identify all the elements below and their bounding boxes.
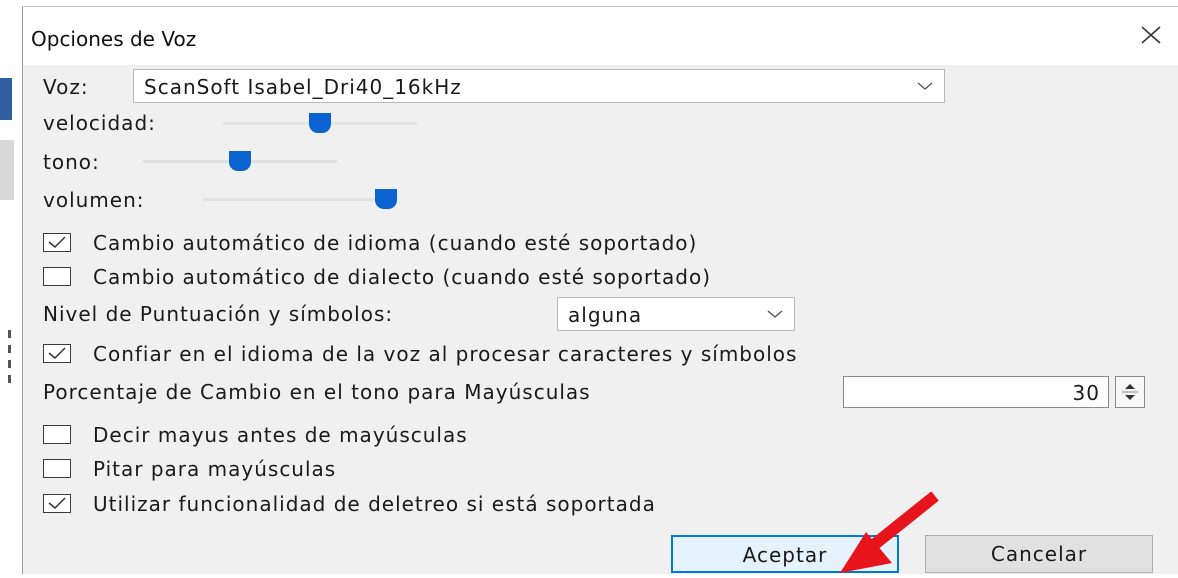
background-mark xyxy=(8,330,11,338)
cap-pitch-spinner[interactable] xyxy=(1115,376,1145,408)
cancel-button[interactable]: Cancelar xyxy=(925,535,1153,573)
auto-language-label: Cambio automático de idioma (cuando esté… xyxy=(93,231,698,255)
checkmark-icon xyxy=(48,497,66,510)
cap-pitch-label: Porcentaje de Cambio en el tono para May… xyxy=(43,380,591,404)
voice-options-dialog: Opciones de Voz Voz: ScanSoft Isabel_Dri… xyxy=(22,6,1178,574)
punctuation-label: Nivel de Puntuación y símbolos: xyxy=(43,302,394,326)
rate-label: velocidad: xyxy=(43,111,156,135)
background-mark xyxy=(8,360,11,368)
pitch-label: tono: xyxy=(43,150,100,174)
checkmark-icon xyxy=(48,236,66,249)
background-blue-block xyxy=(0,78,12,120)
rate-slider[interactable] xyxy=(223,113,417,133)
voice-select[interactable]: ScanSoft Isabel_Dri40_16kHz xyxy=(133,69,945,103)
trust-voice-language-label: Confiar en el idioma de la voz al proces… xyxy=(93,342,798,366)
checkmark-icon xyxy=(48,347,66,360)
dialog-title: Opciones de Voz xyxy=(31,27,197,51)
auto-language-checkbox[interactable] xyxy=(43,233,71,252)
slider-thumb[interactable] xyxy=(229,151,251,171)
spelling-label: Utilizar funcionalidad de deletreo si es… xyxy=(93,492,656,516)
auto-dialect-label: Cambio automático de dialecto (cuando es… xyxy=(93,265,712,289)
chevron-down-icon xyxy=(917,82,933,90)
background-gray-block xyxy=(0,140,14,200)
background-window-edge xyxy=(0,0,22,573)
beep-caps-label: Pitar para mayúsculas xyxy=(93,457,337,481)
say-cap-checkbox[interactable] xyxy=(43,425,71,444)
punctuation-select[interactable]: alguna xyxy=(557,297,795,331)
say-cap-label: Decir mayus antes de mayúsculas xyxy=(93,423,468,447)
close-icon xyxy=(1141,26,1161,44)
pitch-slider[interactable] xyxy=(143,151,337,171)
spelling-checkbox[interactable] xyxy=(43,494,71,513)
voice-label: Voz: xyxy=(43,75,89,99)
beep-caps-checkbox[interactable] xyxy=(43,459,71,478)
voice-selected-value: ScanSoft Isabel_Dri40_16kHz xyxy=(144,75,462,99)
auto-dialect-checkbox[interactable] xyxy=(43,267,71,286)
close-button[interactable] xyxy=(1137,21,1165,49)
slider-thumb[interactable] xyxy=(309,113,331,133)
spin-arrows-icon xyxy=(1122,384,1138,400)
background-mark xyxy=(8,375,11,383)
title-bar: Opciones de Voz xyxy=(23,7,1178,65)
cap-pitch-input[interactable]: 30 xyxy=(843,376,1109,408)
chevron-down-icon xyxy=(767,310,783,318)
cap-pitch-value: 30 xyxy=(1072,381,1100,405)
volume-label: volumen: xyxy=(43,188,145,212)
red-arrow-icon xyxy=(840,491,939,573)
background-mark xyxy=(8,345,11,353)
trust-voice-language-checkbox[interactable] xyxy=(43,344,71,363)
slider-track xyxy=(203,198,397,201)
slider-thumb[interactable] xyxy=(375,189,397,209)
punctuation-selected-value: alguna xyxy=(568,303,643,327)
volume-slider[interactable] xyxy=(203,189,397,209)
